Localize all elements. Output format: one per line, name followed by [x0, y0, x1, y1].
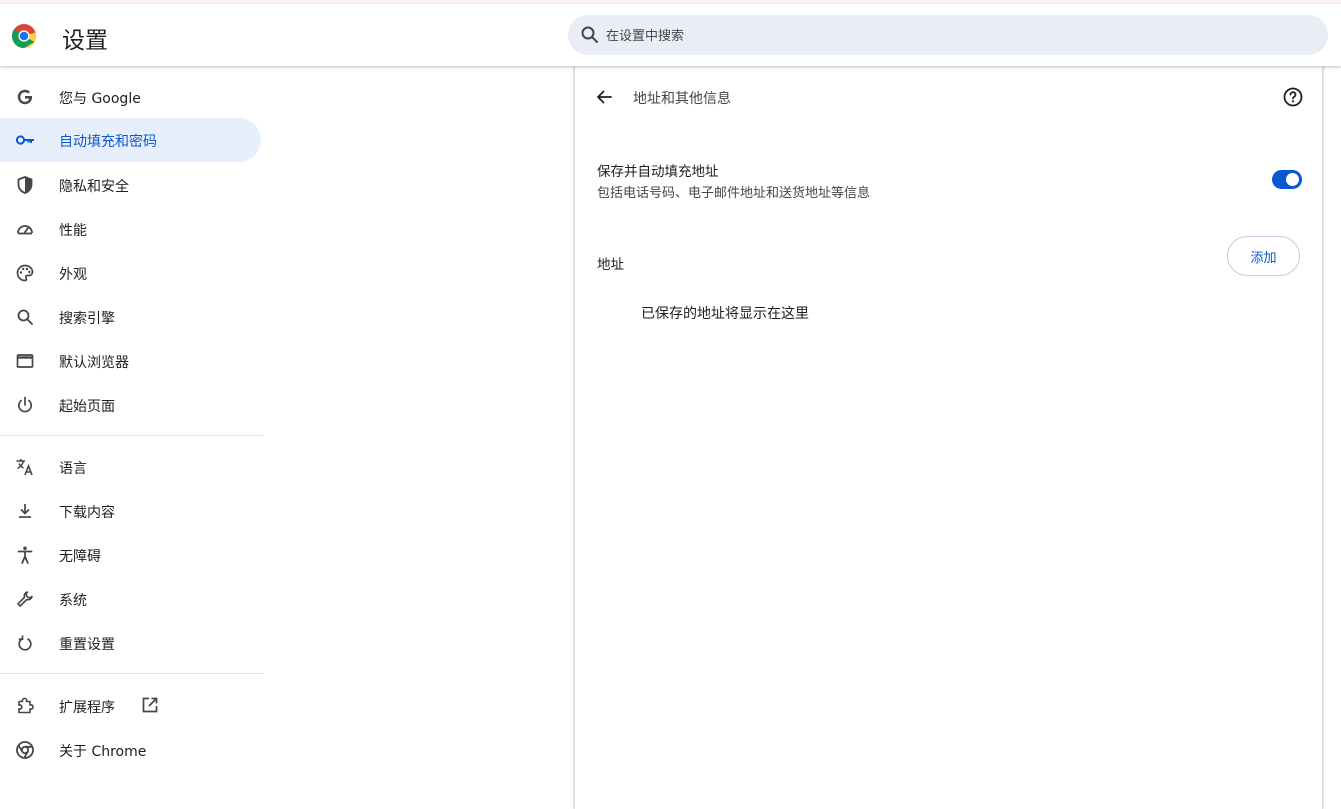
save-autofill-toggle[interactable]	[1272, 170, 1302, 189]
panel-title: 地址和其他信息	[633, 91, 731, 107]
sidebar-divider	[0, 673, 263, 674]
save-autofill-title: 保存并自动填充地址	[597, 164, 719, 180]
sidebar-item-label: 起始页面	[59, 399, 115, 415]
sidebar-divider	[0, 435, 263, 436]
puzzle-icon	[18, 697, 34, 714]
sidebar-item-label: 自动填充和密码	[59, 134, 157, 150]
open-in-new-icon[interactable]	[140, 695, 160, 715]
header: 设置	[0, 4, 1341, 66]
sidebar-item-default-browser[interactable]: 默认浏览器	[0, 339, 261, 383]
sidebar-item-system[interactable]: 系统	[0, 577, 261, 621]
sidebar-item-languages[interactable]: 语言	[0, 445, 261, 489]
sidebar-item-performance[interactable]: 性能	[0, 207, 261, 251]
reset-icon	[18, 635, 32, 651]
add-address-button[interactable]: 添加	[1227, 236, 1300, 276]
save-autofill-description: 包括电话号码、电子邮件地址和送货地址等信息	[597, 186, 871, 201]
help-icon[interactable]	[1281, 85, 1305, 109]
power-icon	[17, 396, 33, 413]
search-icon	[17, 309, 33, 325]
back-arrow-icon[interactable]	[593, 86, 615, 108]
search-box[interactable]	[568, 15, 1328, 57]
download-icon	[19, 504, 31, 518]
sidebar-item-reset-settings[interactable]: 重置设置	[0, 621, 261, 665]
toggle-knob	[1286, 173, 1299, 186]
sidebar-item-label: 系统	[59, 593, 87, 609]
sidebar-item-label: 搜索引擎	[59, 311, 115, 327]
sidebar-item-label: 外观	[59, 267, 87, 283]
chrome-icon	[16, 741, 34, 759]
sidebar-item-label: 隐私和安全	[59, 179, 129, 195]
wrench-icon	[17, 591, 33, 607]
speedometer-icon	[17, 225, 33, 235]
empty-addresses-message: 已保存的地址将显示在这里	[641, 306, 809, 322]
sidebar-item-label: 重置设置	[59, 637, 115, 653]
shield-icon	[17, 176, 33, 194]
sidebar-item-label: 关于 Chrome	[59, 744, 147, 760]
addresses-section-label: 地址	[597, 257, 624, 273]
sidebar-item-label: 默认浏览器	[59, 355, 129, 371]
chrome-logo-icon	[11, 24, 37, 49]
google-g-icon	[17, 89, 33, 105]
search-icon	[581, 26, 598, 43]
sidebar-item-privacy[interactable]: 隐私和安全	[0, 163, 261, 207]
sidebar-item-extensions[interactable]: 扩展程序	[0, 684, 261, 728]
sidebar-item-search-engine[interactable]: 搜索引擎	[0, 295, 261, 339]
search-input[interactable]	[604, 15, 1308, 57]
sidebar-item-downloads[interactable]: 下载内容	[0, 489, 261, 533]
sidebar-item-appearance[interactable]: 外观	[0, 251, 261, 295]
sidebar-item-label: 语言	[59, 461, 87, 477]
sidebar-item-autofill[interactable]: 自动填充和密码	[0, 118, 261, 162]
sidebar-item-label: 扩展程序	[59, 700, 115, 716]
palette-icon	[16, 264, 34, 282]
sidebar-item-label: 性能	[59, 223, 87, 239]
translate-icon	[16, 459, 33, 476]
sidebar-item-label: 下载内容	[59, 505, 115, 521]
sidebar-item-label: 您与 Google	[59, 91, 141, 107]
sidebar-item-accessibility[interactable]: 无障碍	[0, 533, 261, 577]
settings-panel: 地址和其他信息 保存并自动填充地址 包括电话号码、电子邮件地址和送货地址等信息 …	[574, 66, 1323, 809]
sidebar-item-label: 无障碍	[59, 549, 101, 565]
sidebar-item-on-startup[interactable]: 起始页面	[0, 383, 261, 427]
browser-window-icon	[16, 354, 34, 368]
accessibility-icon	[17, 546, 33, 564]
page-title: 设置	[62, 28, 108, 54]
sidebar-item-you-and-google[interactable]: 您与 Google	[0, 75, 261, 119]
key-icon	[15, 135, 34, 145]
sidebar: 您与 Google 自动填充和密码 隐私和安全 性能 外观 搜索引擎 默认浏览器…	[0, 66, 264, 809]
sidebar-item-about-chrome[interactable]: 关于 Chrome	[0, 728, 261, 772]
